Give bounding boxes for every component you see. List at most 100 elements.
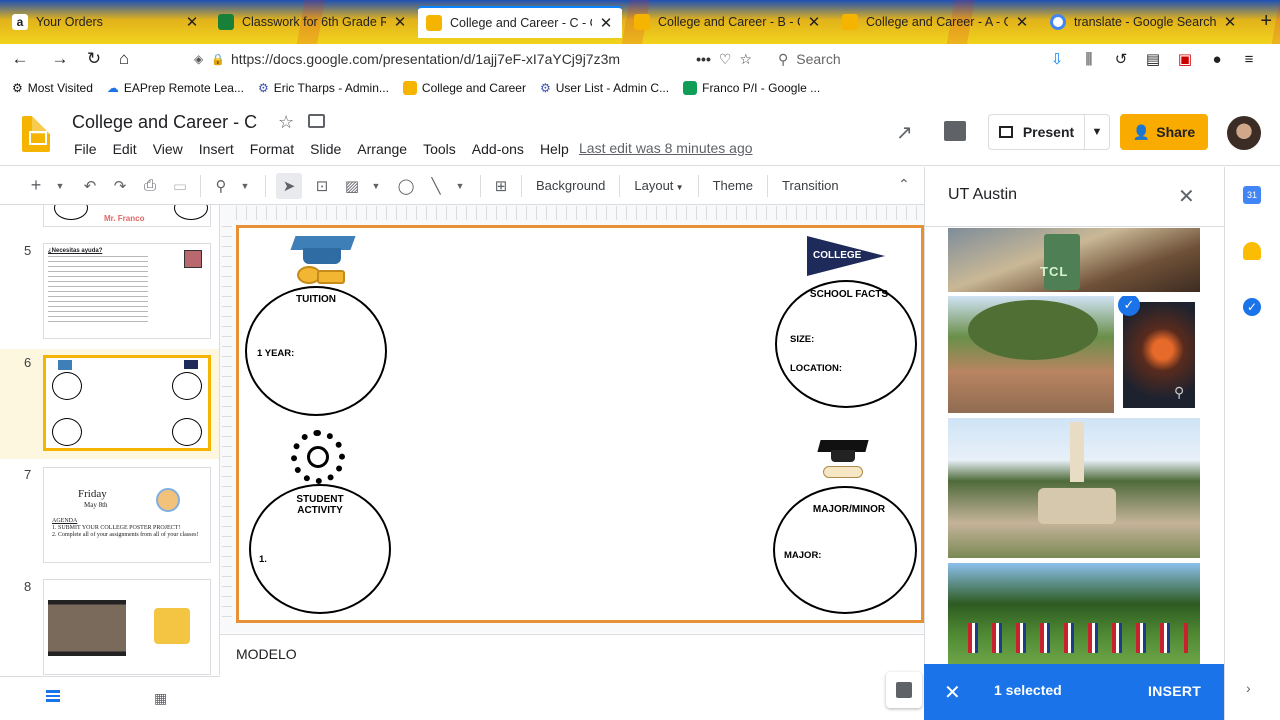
print-icon[interactable]: ⎙ (140, 173, 160, 199)
slide-thumbnail-5[interactable]: ¿Necesitas ayuda? (43, 243, 211, 339)
background-button[interactable]: Background (532, 178, 609, 193)
present-dropdown-icon[interactable]: ▼ (1085, 126, 1109, 138)
collapse-toolbar-icon[interactable]: ⌃ (898, 176, 910, 193)
bookmark-franco[interactable]: Franco P/I - Google ... (683, 81, 820, 95)
menu-help[interactable]: Help (532, 140, 577, 158)
redo-icon[interactable]: ↷ (110, 173, 130, 199)
close-tab-icon[interactable]: ✕ (392, 13, 408, 31)
clear-selection-icon[interactable]: ✕ (944, 680, 961, 705)
add-comment-icon[interactable]: ⊞ (491, 173, 511, 199)
image-icon[interactable]: ▨ (342, 173, 362, 199)
line-icon[interactable]: ╲ (426, 173, 446, 199)
grid-view-icon[interactable]: ▦ (154, 690, 167, 707)
close-tab-icon[interactable]: ✕ (184, 13, 200, 31)
reload-button[interactable]: ↻ (80, 45, 108, 73)
browser-tab-college-b[interactable]: College and Career - B - Go ✕ (626, 6, 830, 38)
image-search-query[interactable]: UT Austin (948, 186, 1017, 204)
search-result-image-1[interactable]: TCL (948, 228, 1200, 292)
document-title[interactable]: College and Career - C (72, 112, 257, 133)
transition-button[interactable]: Transition (778, 178, 843, 193)
explore-button[interactable] (886, 672, 922, 708)
menu-slide[interactable]: Slide (302, 140, 349, 158)
browser-tab-orders[interactable]: a Your Orders ✕ (4, 6, 208, 38)
undo-icon[interactable]: ↶ (80, 173, 100, 199)
menu-format[interactable]: Format (242, 140, 302, 158)
zoom-preview-icon[interactable]: ⚲ (1174, 384, 1184, 401)
close-tab-icon[interactable]: ✕ (1222, 13, 1238, 31)
paint-format-icon[interactable]: ▭ (170, 173, 190, 199)
comments-icon[interactable] (944, 121, 966, 141)
image-dropdown-icon[interactable]: ▼ (366, 173, 386, 199)
menu-icon[interactable]: ≡ (1238, 51, 1260, 68)
bookmark-college-career[interactable]: College and Career (402, 81, 526, 95)
theme-button[interactable]: Theme (709, 178, 757, 193)
activity-trend-icon[interactable]: ↗ (896, 120, 913, 145)
menu-arrange[interactable]: Arrange (349, 140, 415, 158)
text-box-icon[interactable]: ⊡ (312, 173, 332, 199)
close-tab-icon[interactable]: ✕ (1014, 13, 1030, 31)
menu-tools[interactable]: Tools (415, 140, 464, 158)
search-result-image-4[interactable] (948, 418, 1200, 558)
home-button[interactable]: ⌂ (110, 45, 138, 73)
forward-button[interactable]: → (46, 45, 74, 73)
close-tab-icon[interactable]: ✕ (598, 14, 614, 32)
new-slide-dropdown-icon[interactable]: ▼ (50, 173, 70, 199)
menu-edit[interactable]: Edit (105, 140, 145, 158)
browser-tab-college-a[interactable]: College and Career - A - Go ✕ (834, 6, 1038, 38)
menu-view[interactable]: View (145, 140, 191, 158)
pdf-icon[interactable]: ▣ (1174, 50, 1196, 68)
tasks-icon[interactable]: ✓ (1243, 298, 1261, 316)
speaker-notes-text[interactable]: MODELO (236, 646, 297, 662)
slide-thumbnail-8[interactable] (43, 579, 211, 675)
slide-thumbnail-4[interactable]: Mr. Franco (43, 205, 211, 227)
zoom-dropdown-icon[interactable]: ▼ (235, 173, 255, 199)
browser-tab-classwork[interactable]: Classwork for 6th Grade Re ✕ (210, 6, 416, 38)
last-edit-link[interactable]: Last edit was 8 minutes ago (579, 140, 753, 156)
current-slide[interactable]: TUITION 1 YEAR: COLLEGE SCHOOL FACTS SIZ… (236, 225, 924, 623)
browser-tab-translate[interactable]: translate - Google Search ✕ (1042, 6, 1246, 38)
search-result-image-5[interactable] (948, 563, 1200, 665)
insert-button[interactable]: INSERT (1148, 683, 1201, 699)
expand-panel-icon[interactable]: › (1246, 680, 1251, 696)
layout-button[interactable]: Layout ▼ (630, 178, 687, 193)
filmstrip-view-icon[interactable] (46, 690, 60, 702)
library-icon[interactable]: ⫼ (1078, 51, 1100, 68)
calendar-icon[interactable]: 31 (1243, 186, 1261, 204)
avatar[interactable] (1227, 116, 1261, 150)
close-tab-icon[interactable]: ✕ (806, 13, 822, 31)
browser-tab-college-c[interactable]: College and Career - C - Go ✕ (418, 6, 622, 38)
menu-insert[interactable]: Insert (191, 140, 242, 158)
star-icon[interactable]: ☆ (278, 112, 294, 133)
sidebar-icon[interactable]: ▤ (1142, 50, 1164, 68)
new-tab-button[interactable]: + (1260, 10, 1272, 33)
account-icon[interactable]: ● (1206, 51, 1228, 68)
menu-addons[interactable]: Add-ons (464, 140, 532, 158)
menu-file[interactable]: File (66, 140, 105, 158)
bookmark-star-icon[interactable]: ☆ (739, 51, 752, 68)
select-tool-icon[interactable]: ➤ (276, 172, 302, 199)
keep-icon[interactable] (1243, 242, 1261, 260)
shape-icon[interactable]: ◯ (396, 173, 416, 199)
bookmark-most-visited[interactable]: ⚙ Most Visited (12, 81, 93, 95)
slide-thumbnail-7[interactable]: Friday May 8th AGENDA 1. SUBMIT YOUR COL… (43, 467, 211, 563)
share-button[interactable]: 👤 Share (1120, 114, 1208, 150)
present-button[interactable]: Present ▼ (988, 114, 1110, 150)
slide-thumbnail-6[interactable] (43, 355, 211, 451)
slides-logo-icon[interactable] (22, 116, 50, 152)
more-icon[interactable]: ••• (696, 51, 711, 67)
close-panel-icon[interactable]: ✕ (1178, 184, 1195, 209)
zoom-icon[interactable]: ⚲ (211, 173, 231, 199)
line-dropdown-icon[interactable]: ▼ (450, 173, 470, 199)
bookmark-eaprep[interactable]: ☁ EAPrep Remote Lea... (107, 81, 244, 95)
address-bar[interactable]: ◈ 🔒 https://docs.google.com/presentation… (186, 45, 760, 73)
history-icon[interactable]: ↺ (1110, 50, 1132, 68)
bookmark-user-list[interactable]: ⚙ User List - Admin C... (540, 81, 669, 95)
search-result-image-3[interactable]: ✓ ⚲ (1118, 296, 1200, 413)
bookmark-eric-tharps[interactable]: ⚙ Eric Tharps - Admin... (258, 81, 389, 95)
search-result-image-2[interactable] (948, 296, 1114, 413)
speaker-notes[interactable] (220, 634, 924, 720)
download-icon[interactable]: ⇩ (1046, 50, 1068, 68)
pocket-icon[interactable]: ♡ (719, 51, 732, 68)
browser-search-input[interactable]: ⚲ Search (770, 45, 992, 73)
new-slide-button[interactable]: + (26, 173, 46, 199)
